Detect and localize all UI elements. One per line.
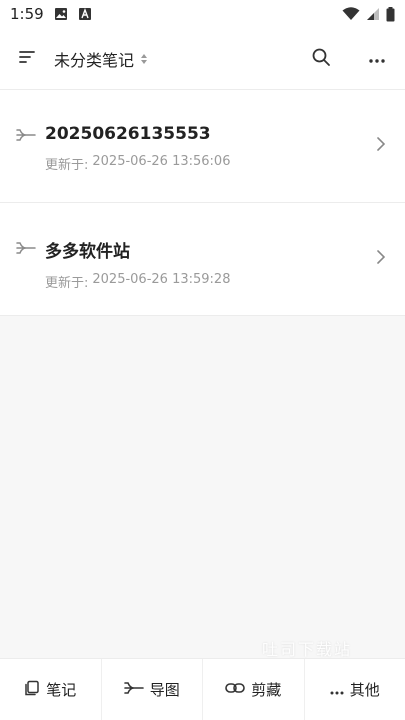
wifi-icon (342, 7, 360, 21)
sort-icon (140, 53, 148, 65)
status-bar: 1:59 (0, 0, 405, 28)
note-updated: 更新于: 2025-06-26 13:59:28 (45, 272, 231, 291)
mindmap-icon (16, 127, 36, 147)
note-title: 多多软件站 (45, 242, 130, 262)
tab-label: 笔记 (46, 681, 77, 699)
tab-label: 导图 (149, 681, 180, 699)
more-icon (330, 681, 344, 699)
search-icon (311, 47, 331, 71)
chevron-right-icon (377, 249, 386, 268)
tab-clip[interactable]: 剪藏 (203, 659, 305, 720)
app-bar: 未分类笔记 (0, 28, 405, 90)
tab-mindmap[interactable]: 导图 (102, 659, 203, 720)
mindmap-icon (16, 240, 36, 260)
page-title: 未分类笔记 (54, 50, 135, 70)
more-button[interactable] (349, 28, 405, 90)
image-icon (54, 7, 68, 21)
signal-icon (366, 7, 380, 21)
note-title: 20250626135553 (45, 124, 211, 144)
battery-icon (386, 6, 395, 22)
watermark: 吐司下载站 (262, 640, 353, 659)
status-time: 1:59 (10, 5, 44, 23)
bottom-nav: 笔记 导图 剪藏 其他 (0, 658, 405, 720)
note-updated: 更新于: 2025-06-26 13:56:06 (45, 154, 231, 173)
tab-notes[interactable]: 笔记 (0, 659, 102, 720)
link-icon (225, 681, 246, 699)
menu-button[interactable] (0, 28, 54, 90)
more-icon (368, 49, 386, 68)
note-icon (24, 680, 40, 700)
tab-other[interactable]: 其他 (305, 659, 405, 720)
a-letter-icon (78, 7, 92, 21)
notes-list: 20250626135553 更新于: 2025-06-26 13:56:06 … (0, 90, 405, 316)
mindmap-icon (123, 680, 144, 700)
tab-label: 其他 (349, 681, 380, 699)
folder-selector[interactable]: 未分类笔记 (54, 47, 148, 71)
list-item[interactable]: 20250626135553 更新于: 2025-06-26 13:56:06 (0, 90, 405, 203)
chevron-right-icon (377, 136, 386, 155)
list-item[interactable]: 多多软件站 更新于: 2025-06-26 13:59:28 (0, 203, 405, 316)
menu-icon (18, 49, 36, 69)
tab-label: 剪藏 (251, 681, 282, 699)
search-button[interactable] (293, 28, 349, 90)
